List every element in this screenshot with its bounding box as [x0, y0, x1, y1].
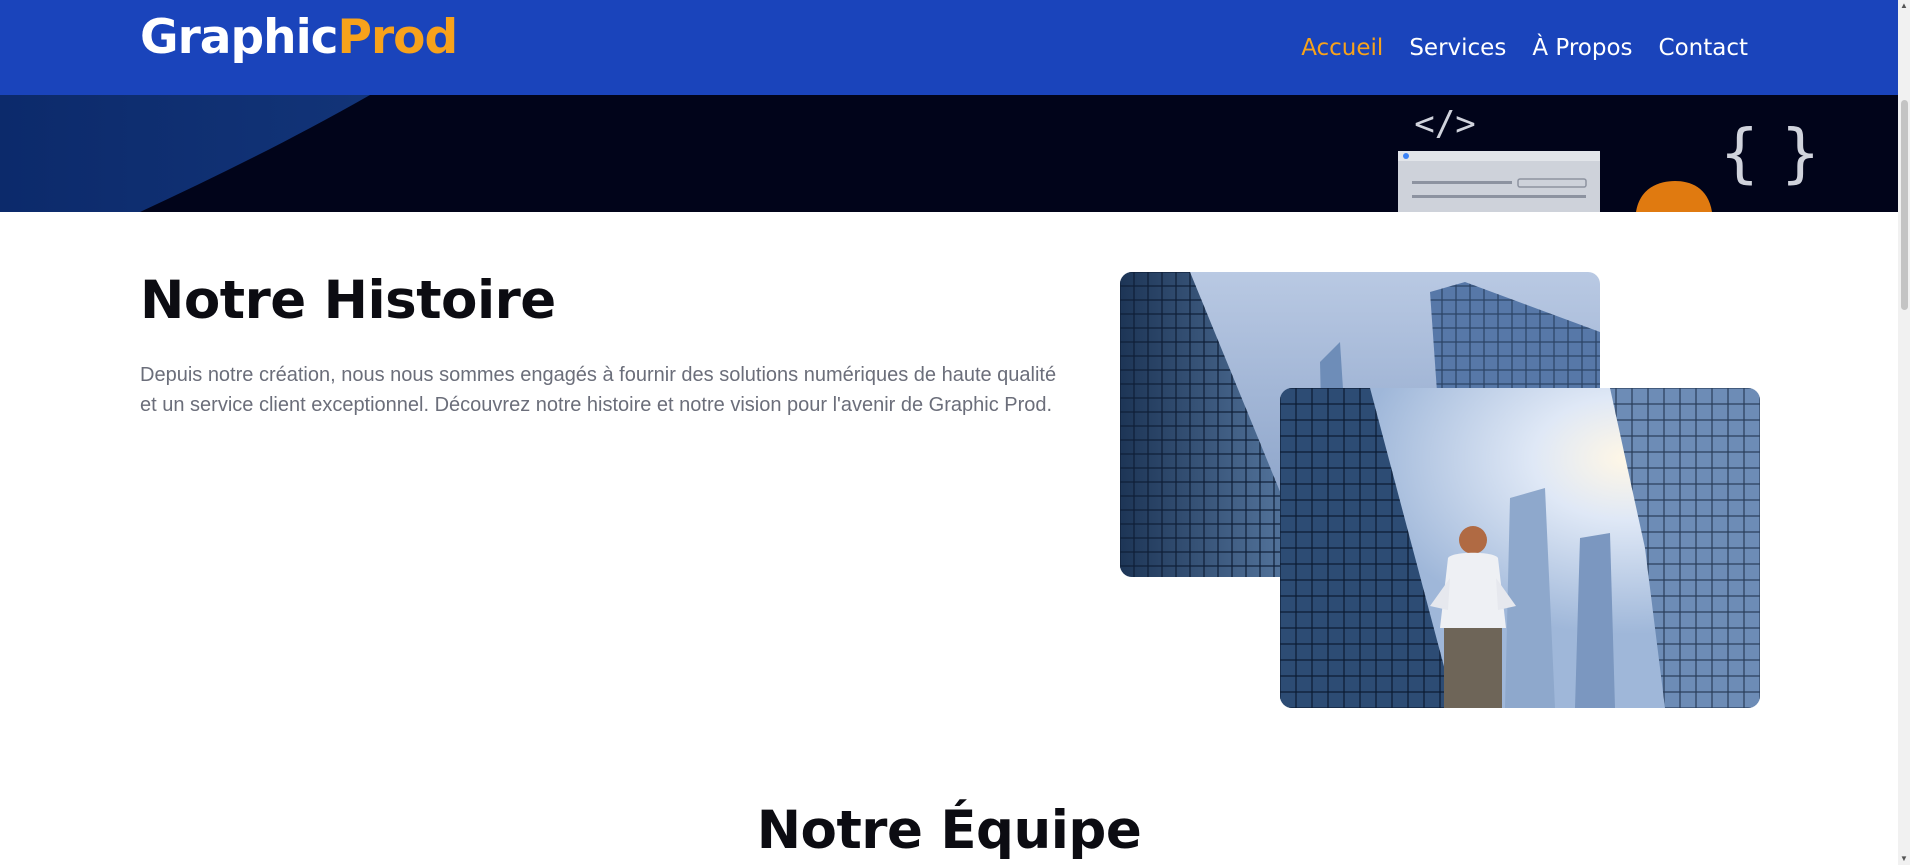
page-scrollbar[interactable]: ▲ ▼ — [1898, 0, 1910, 865]
nav-link-services[interactable]: Services — [1409, 35, 1506, 61]
nav-link-a-propos[interactable]: À Propos — [1532, 35, 1632, 61]
history-text: Depuis notre création, nous nous sommes … — [140, 364, 1057, 416]
scroll-down-arrow-icon[interactable]: ▼ — [1898, 853, 1910, 865]
hero-banner: </> { } — [0, 95, 1898, 212]
team-title: Notre Équipe — [756, 800, 1142, 861]
site-header: GraphicProd Accueil Services À Propos Co… — [0, 0, 1898, 95]
nav-link-accueil[interactable]: Accueil — [1301, 35, 1383, 61]
orange-gear-shape — [1636, 181, 1712, 212]
hero-arc-shape — [0, 95, 370, 212]
scroll-up-arrow-icon[interactable]: ▲ — [1898, 0, 1910, 12]
curly-braces-icon: { } — [1719, 117, 1821, 191]
main-nav: Accueil Services À Propos Contact — [1301, 0, 1748, 95]
browser-window-icon — [1398, 151, 1600, 212]
logo-main: Graphic — [140, 10, 339, 65]
businessman-photo — [1280, 388, 1760, 708]
logo-accent: Prod — [337, 10, 459, 65]
scrollbar-thumb[interactable] — [1901, 100, 1908, 310]
nav-link-contact[interactable]: Contact — [1659, 35, 1748, 61]
code-tag-icon: </> — [1414, 104, 1475, 144]
logo[interactable]: GraphicProd — [140, 14, 458, 61]
history-title: Notre Histoire — [140, 270, 556, 331]
hero-illustration: </> { } — [0, 95, 1821, 212]
